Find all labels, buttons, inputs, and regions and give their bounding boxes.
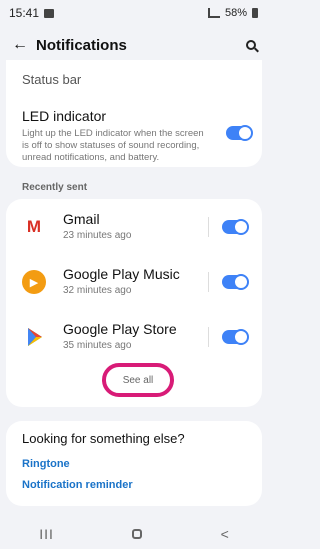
play-music-icon: ▶ bbox=[22, 270, 46, 294]
app-header: ← Notifications bbox=[0, 34, 268, 56]
recently-sent-card: M Gmail 23 minutes ago ▶ Google Play Mus… bbox=[6, 199, 262, 407]
divider bbox=[208, 217, 209, 237]
looking-for-card: Looking for something else? Ringtone Not… bbox=[6, 421, 262, 506]
back-button[interactable]: < bbox=[221, 526, 229, 542]
play-store-icon bbox=[22, 325, 46, 349]
recently-sent-heading: Recently sent bbox=[22, 182, 88, 193]
app-row-play-store[interactable]: Google Play Store 35 minutes ago bbox=[6, 309, 262, 365]
navigation-bar: III < bbox=[0, 518, 268, 549]
settings-card: Status bar LED indicator Light up the LE… bbox=[6, 60, 262, 167]
gmail-toggle[interactable] bbox=[222, 219, 249, 235]
see-all-highlight: See all bbox=[102, 363, 174, 397]
recents-button[interactable]: III bbox=[39, 526, 54, 542]
back-arrow-icon[interactable]: ← bbox=[12, 36, 28, 54]
play-store-toggle[interactable] bbox=[222, 329, 249, 345]
status-bar-setting[interactable]: Status bar bbox=[22, 72, 81, 87]
signal-icon bbox=[207, 8, 220, 18]
divider bbox=[208, 327, 209, 347]
gmail-icon: M bbox=[22, 215, 46, 239]
home-button[interactable] bbox=[132, 528, 143, 539]
ringtone-link[interactable]: Ringtone bbox=[22, 458, 70, 470]
app-time: 23 minutes ago bbox=[63, 230, 132, 241]
status-bar: 15:41 58% bbox=[0, 0, 268, 26]
app-name: Gmail bbox=[63, 211, 100, 227]
led-indicator-toggle[interactable] bbox=[226, 125, 253, 141]
play-music-toggle[interactable] bbox=[222, 274, 249, 290]
looking-for-title: Looking for something else? bbox=[22, 431, 185, 446]
app-name: Google Play Store bbox=[63, 321, 177, 337]
app-time: 32 minutes ago bbox=[63, 285, 132, 296]
app-row-gmail[interactable]: M Gmail 23 minutes ago bbox=[6, 199, 262, 255]
search-icon[interactable] bbox=[246, 40, 256, 50]
led-indicator-title[interactable]: LED indicator bbox=[22, 108, 106, 124]
app-time: 35 minutes ago bbox=[63, 340, 132, 351]
page-title: Notifications bbox=[36, 36, 127, 54]
led-indicator-description: Light up the LED indicator when the scre… bbox=[22, 128, 204, 163]
gallery-icon bbox=[44, 8, 55, 18]
app-name: Google Play Music bbox=[63, 266, 180, 282]
battery-icon bbox=[252, 8, 258, 18]
battery-percent: 58% bbox=[224, 7, 247, 19]
notification-reminder-link[interactable]: Notification reminder bbox=[22, 479, 133, 491]
clock: 15:41 bbox=[9, 6, 40, 20]
see-all-button[interactable]: See all bbox=[123, 375, 154, 386]
divider bbox=[208, 272, 209, 292]
app-row-play-music[interactable]: ▶ Google Play Music 32 minutes ago bbox=[6, 254, 262, 310]
